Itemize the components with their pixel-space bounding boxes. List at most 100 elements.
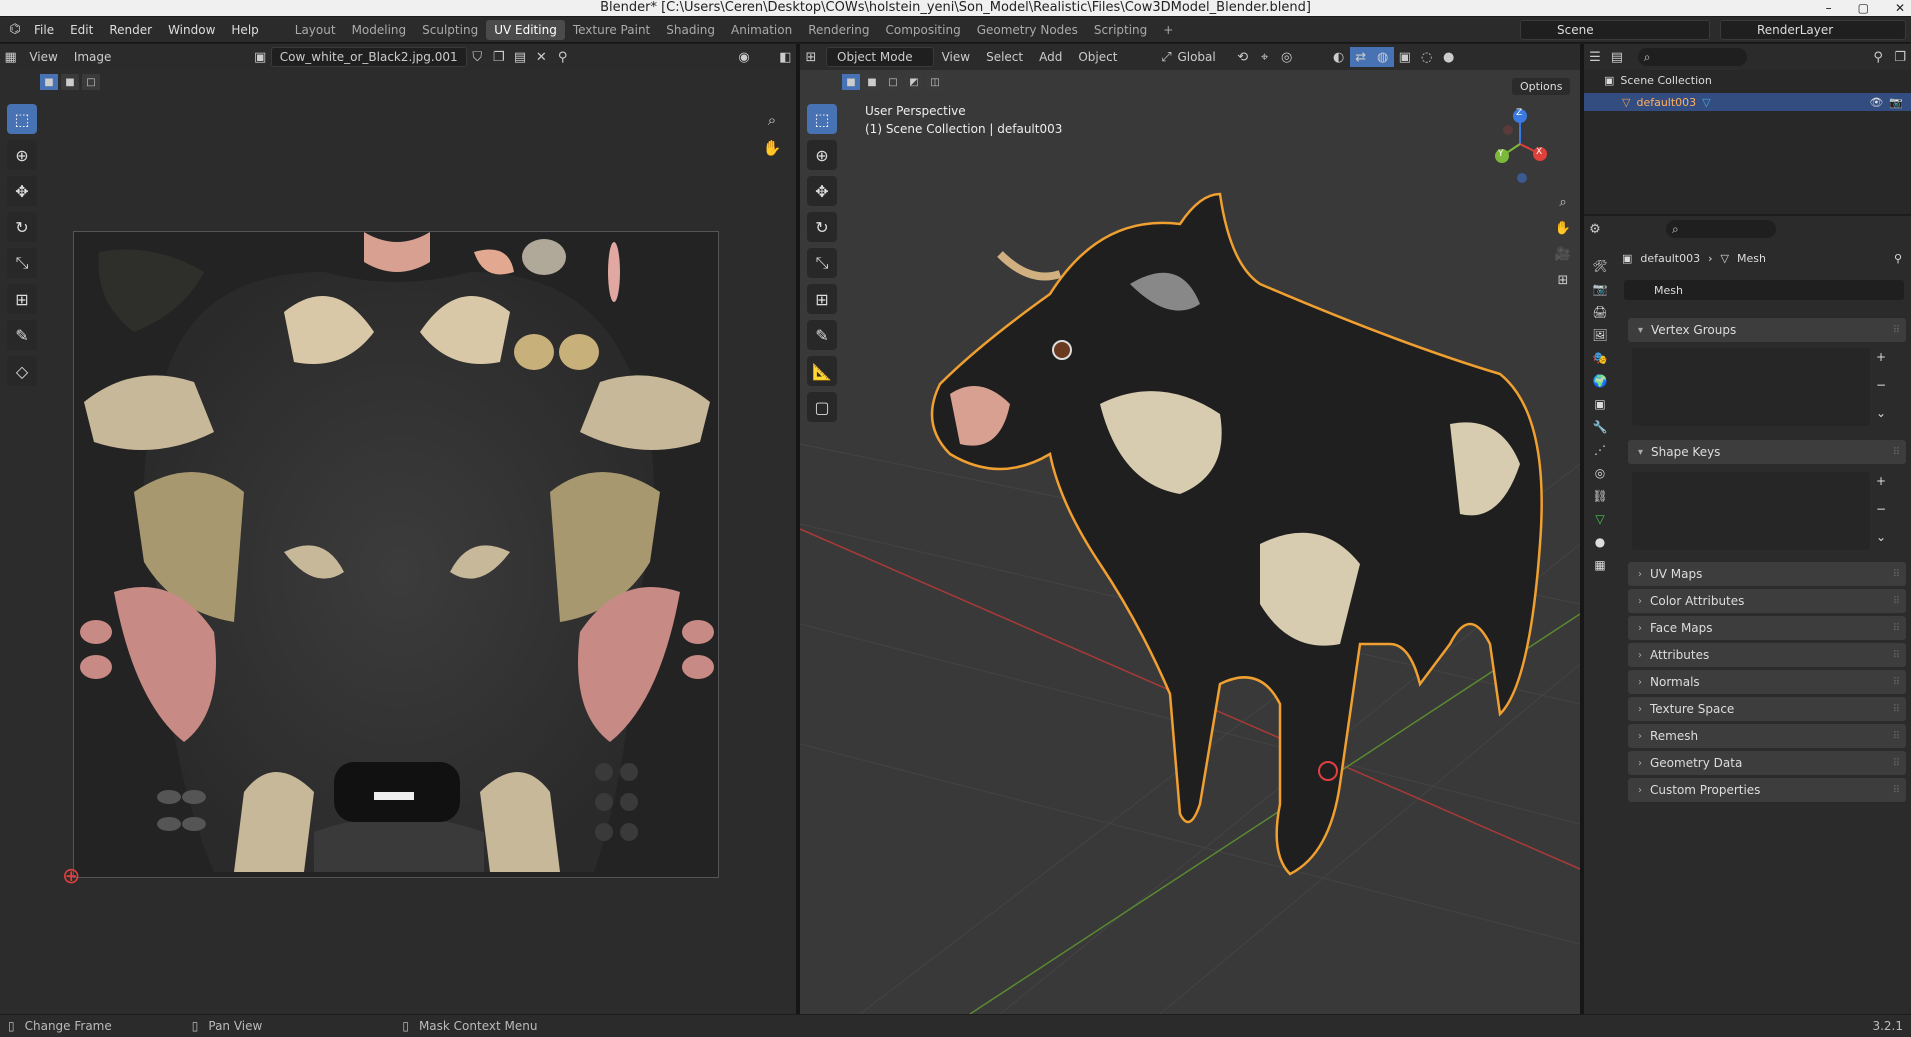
vertex-groups-list[interactable] xyxy=(1632,348,1870,426)
tab-shading[interactable]: Shading xyxy=(658,20,723,40)
transform-tool-icon[interactable]: ⊞ xyxy=(807,284,837,314)
snap-icon[interactable]: ⌖ xyxy=(1254,47,1276,67)
overlays-toggle-icon[interactable]: ◍ xyxy=(1371,47,1394,67)
editor-type-icon[interactable]: ▦ xyxy=(0,47,21,67)
rotate-tool-icon[interactable]: ↻ xyxy=(7,212,37,242)
move-tool-icon[interactable]: ✥ xyxy=(7,176,37,206)
remove-icon[interactable]: − xyxy=(1876,502,1886,516)
measure-tool-icon[interactable]: 📐 xyxy=(807,356,837,386)
shading-wireframe-icon[interactable]: ◌ xyxy=(1416,47,1438,67)
blender-logo-icon[interactable]: ⌬ xyxy=(4,20,26,40)
panel-uv-maps[interactable]: › UV Maps ⠿ xyxy=(1628,562,1906,586)
tab-texture-paint[interactable]: Texture Paint xyxy=(565,20,658,40)
rip-tool-icon[interactable]: ◇ xyxy=(7,356,37,386)
tab-rendering[interactable]: Rendering xyxy=(800,20,877,40)
drag-handle-icon[interactable]: ⠿ xyxy=(1893,447,1900,458)
tab-modeling[interactable]: Modeling xyxy=(344,20,415,40)
pan-hand-icon[interactable]: ✋ xyxy=(1552,218,1574,238)
shading-solid-icon[interactable]: ● xyxy=(1438,47,1460,67)
outliner-search-field[interactable]: ⌕ xyxy=(1637,48,1748,66)
display-mode-icon[interactable]: ▤ xyxy=(1606,47,1628,67)
zoom-icon[interactable]: ⌕ xyxy=(761,110,783,130)
cursor-tool-icon[interactable]: ⊕ xyxy=(7,140,37,170)
particles-tab-icon[interactable]: ⋰ xyxy=(1590,440,1610,460)
world-tab-icon[interactable]: 🌍 xyxy=(1590,371,1610,391)
select-extend-icon[interactable]: ■ xyxy=(61,74,79,90)
overlay-icon[interactable]: ◉ xyxy=(733,47,754,67)
output-tab-icon[interactable]: 🖨 xyxy=(1590,302,1610,322)
editor-type-icon[interactable]: ⚙ xyxy=(1584,219,1606,239)
camera-view-icon[interactable]: 🎥 xyxy=(1552,244,1574,264)
mesh-data-selector[interactable]: Mesh xyxy=(1624,280,1904,300)
menu-window[interactable]: Window xyxy=(160,23,223,37)
fake-user-icon[interactable]: ⛉ xyxy=(467,47,488,67)
pan-hand-icon[interactable]: ✋ xyxy=(761,138,783,158)
move-tool-icon[interactable]: ✥ xyxy=(807,176,837,206)
xray-icon[interactable]: ▣ xyxy=(1394,47,1416,67)
select-box-tool-icon[interactable]: ⬚ xyxy=(7,104,37,134)
panel-color-attributes[interactable]: › Color Attributes ⠿ xyxy=(1628,589,1906,613)
drag-handle-icon[interactable]: ⠿ xyxy=(1893,650,1900,661)
select-subtract-icon[interactable]: □ xyxy=(82,74,100,90)
navigation-gizmo[interactable]: Z Y X xyxy=(1480,104,1560,184)
editor-type-icon[interactable]: ☰ xyxy=(1584,47,1606,67)
new-collection-icon[interactable]: ❐ xyxy=(1889,47,1911,67)
shape-keys-list[interactable] xyxy=(1632,472,1870,550)
viewport-menu-view[interactable]: View xyxy=(934,50,978,64)
annotate-tool-icon[interactable]: ✎ xyxy=(807,320,837,350)
render-tab-icon[interactable]: 📷 xyxy=(1590,279,1610,299)
proportional-edit-icon[interactable]: ◎ xyxy=(1276,47,1298,67)
transform-tool-icon[interactable]: ⊞ xyxy=(7,284,37,314)
drag-handle-icon[interactable]: ⠿ xyxy=(1893,623,1900,634)
object-tab-icon[interactable]: ▣ xyxy=(1590,394,1610,414)
viewport-menu-object[interactable]: Object xyxy=(1070,50,1125,64)
select-subtract-icon[interactable]: □ xyxy=(884,74,902,90)
viewport-menu-add[interactable]: Add xyxy=(1031,50,1070,64)
new-image-icon[interactable]: ❐ xyxy=(488,47,509,67)
add-workspace-button[interactable]: + xyxy=(1155,20,1181,40)
select-new-icon[interactable]: ■ xyxy=(842,74,860,90)
add-cube-tool-icon[interactable]: ▢ xyxy=(807,392,837,422)
select-intersect-icon[interactable]: ◫ xyxy=(926,74,944,90)
drag-handle-icon[interactable]: ⠿ xyxy=(1893,325,1900,336)
texture-tab-icon[interactable]: ▦ xyxy=(1590,555,1610,575)
select-new-icon[interactable]: ■ xyxy=(40,74,58,90)
uv-menu-view[interactable]: View xyxy=(21,50,65,64)
add-icon[interactable]: + xyxy=(1876,350,1886,364)
mode-selector[interactable]: Object Mode xyxy=(826,47,934,67)
add-icon[interactable]: + xyxy=(1876,474,1886,488)
ortho-toggle-icon[interactable]: ⊞ xyxy=(1552,270,1574,290)
unlink-image-icon[interactable]: ✕ xyxy=(531,47,552,67)
uv-menu-image[interactable]: Image xyxy=(66,50,120,64)
scale-tool-icon[interactable]: ⤡ xyxy=(7,248,37,278)
chevron-down-icon[interactable]: ⌄ xyxy=(1876,406,1886,420)
filter-icon[interactable]: ⚲ xyxy=(1867,47,1889,67)
data-tab-icon[interactable]: ▽ xyxy=(1590,509,1610,529)
maximize-button[interactable]: ▢ xyxy=(1858,0,1869,16)
panel-normals[interactable]: › Normals ⠿ xyxy=(1628,670,1906,694)
tab-animation[interactable]: Animation xyxy=(723,20,800,40)
menu-render[interactable]: Render xyxy=(101,23,160,37)
viewport-menu-select[interactable]: Select xyxy=(978,50,1031,64)
drag-handle-icon[interactable]: ⠿ xyxy=(1893,596,1900,607)
menu-help[interactable]: Help xyxy=(223,23,266,37)
drag-handle-icon[interactable]: ⠿ xyxy=(1893,758,1900,769)
tool-tab-icon[interactable]: 🛠 xyxy=(1590,256,1610,276)
chevron-down-icon[interactable]: ⌄ xyxy=(1876,530,1886,544)
panel-vertex-groups[interactable]: ▾ Vertex Groups ⠿ xyxy=(1628,318,1906,342)
properties-search-field[interactable]: ⌕ xyxy=(1666,220,1776,238)
select-box-tool-icon[interactable]: ⬚ xyxy=(807,104,837,134)
camera-icon[interactable]: 📷 xyxy=(1889,96,1903,109)
tab-uv-editing[interactable]: UV Editing xyxy=(486,19,565,40)
cursor-tool-icon[interactable]: ⊕ xyxy=(807,140,837,170)
scale-tool-icon[interactable]: ⤡ xyxy=(807,248,837,278)
remove-icon[interactable]: − xyxy=(1876,378,1886,392)
tab-scripting[interactable]: Scripting xyxy=(1086,20,1155,40)
constraints-tab-icon[interactable]: ⛓ xyxy=(1590,486,1610,506)
menu-file[interactable]: File xyxy=(26,23,62,37)
uv-editor[interactable]: ▦ View Image ▣ Cow_white_or_Black2.jpg.0… xyxy=(0,44,796,1014)
uv-texture-image[interactable] xyxy=(73,231,719,878)
editor-type-icon[interactable]: ⊞ xyxy=(800,47,822,67)
pivot-icon[interactable]: ⟲ xyxy=(1232,47,1254,67)
2d-cursor-icon[interactable]: ⊕ xyxy=(62,864,80,889)
